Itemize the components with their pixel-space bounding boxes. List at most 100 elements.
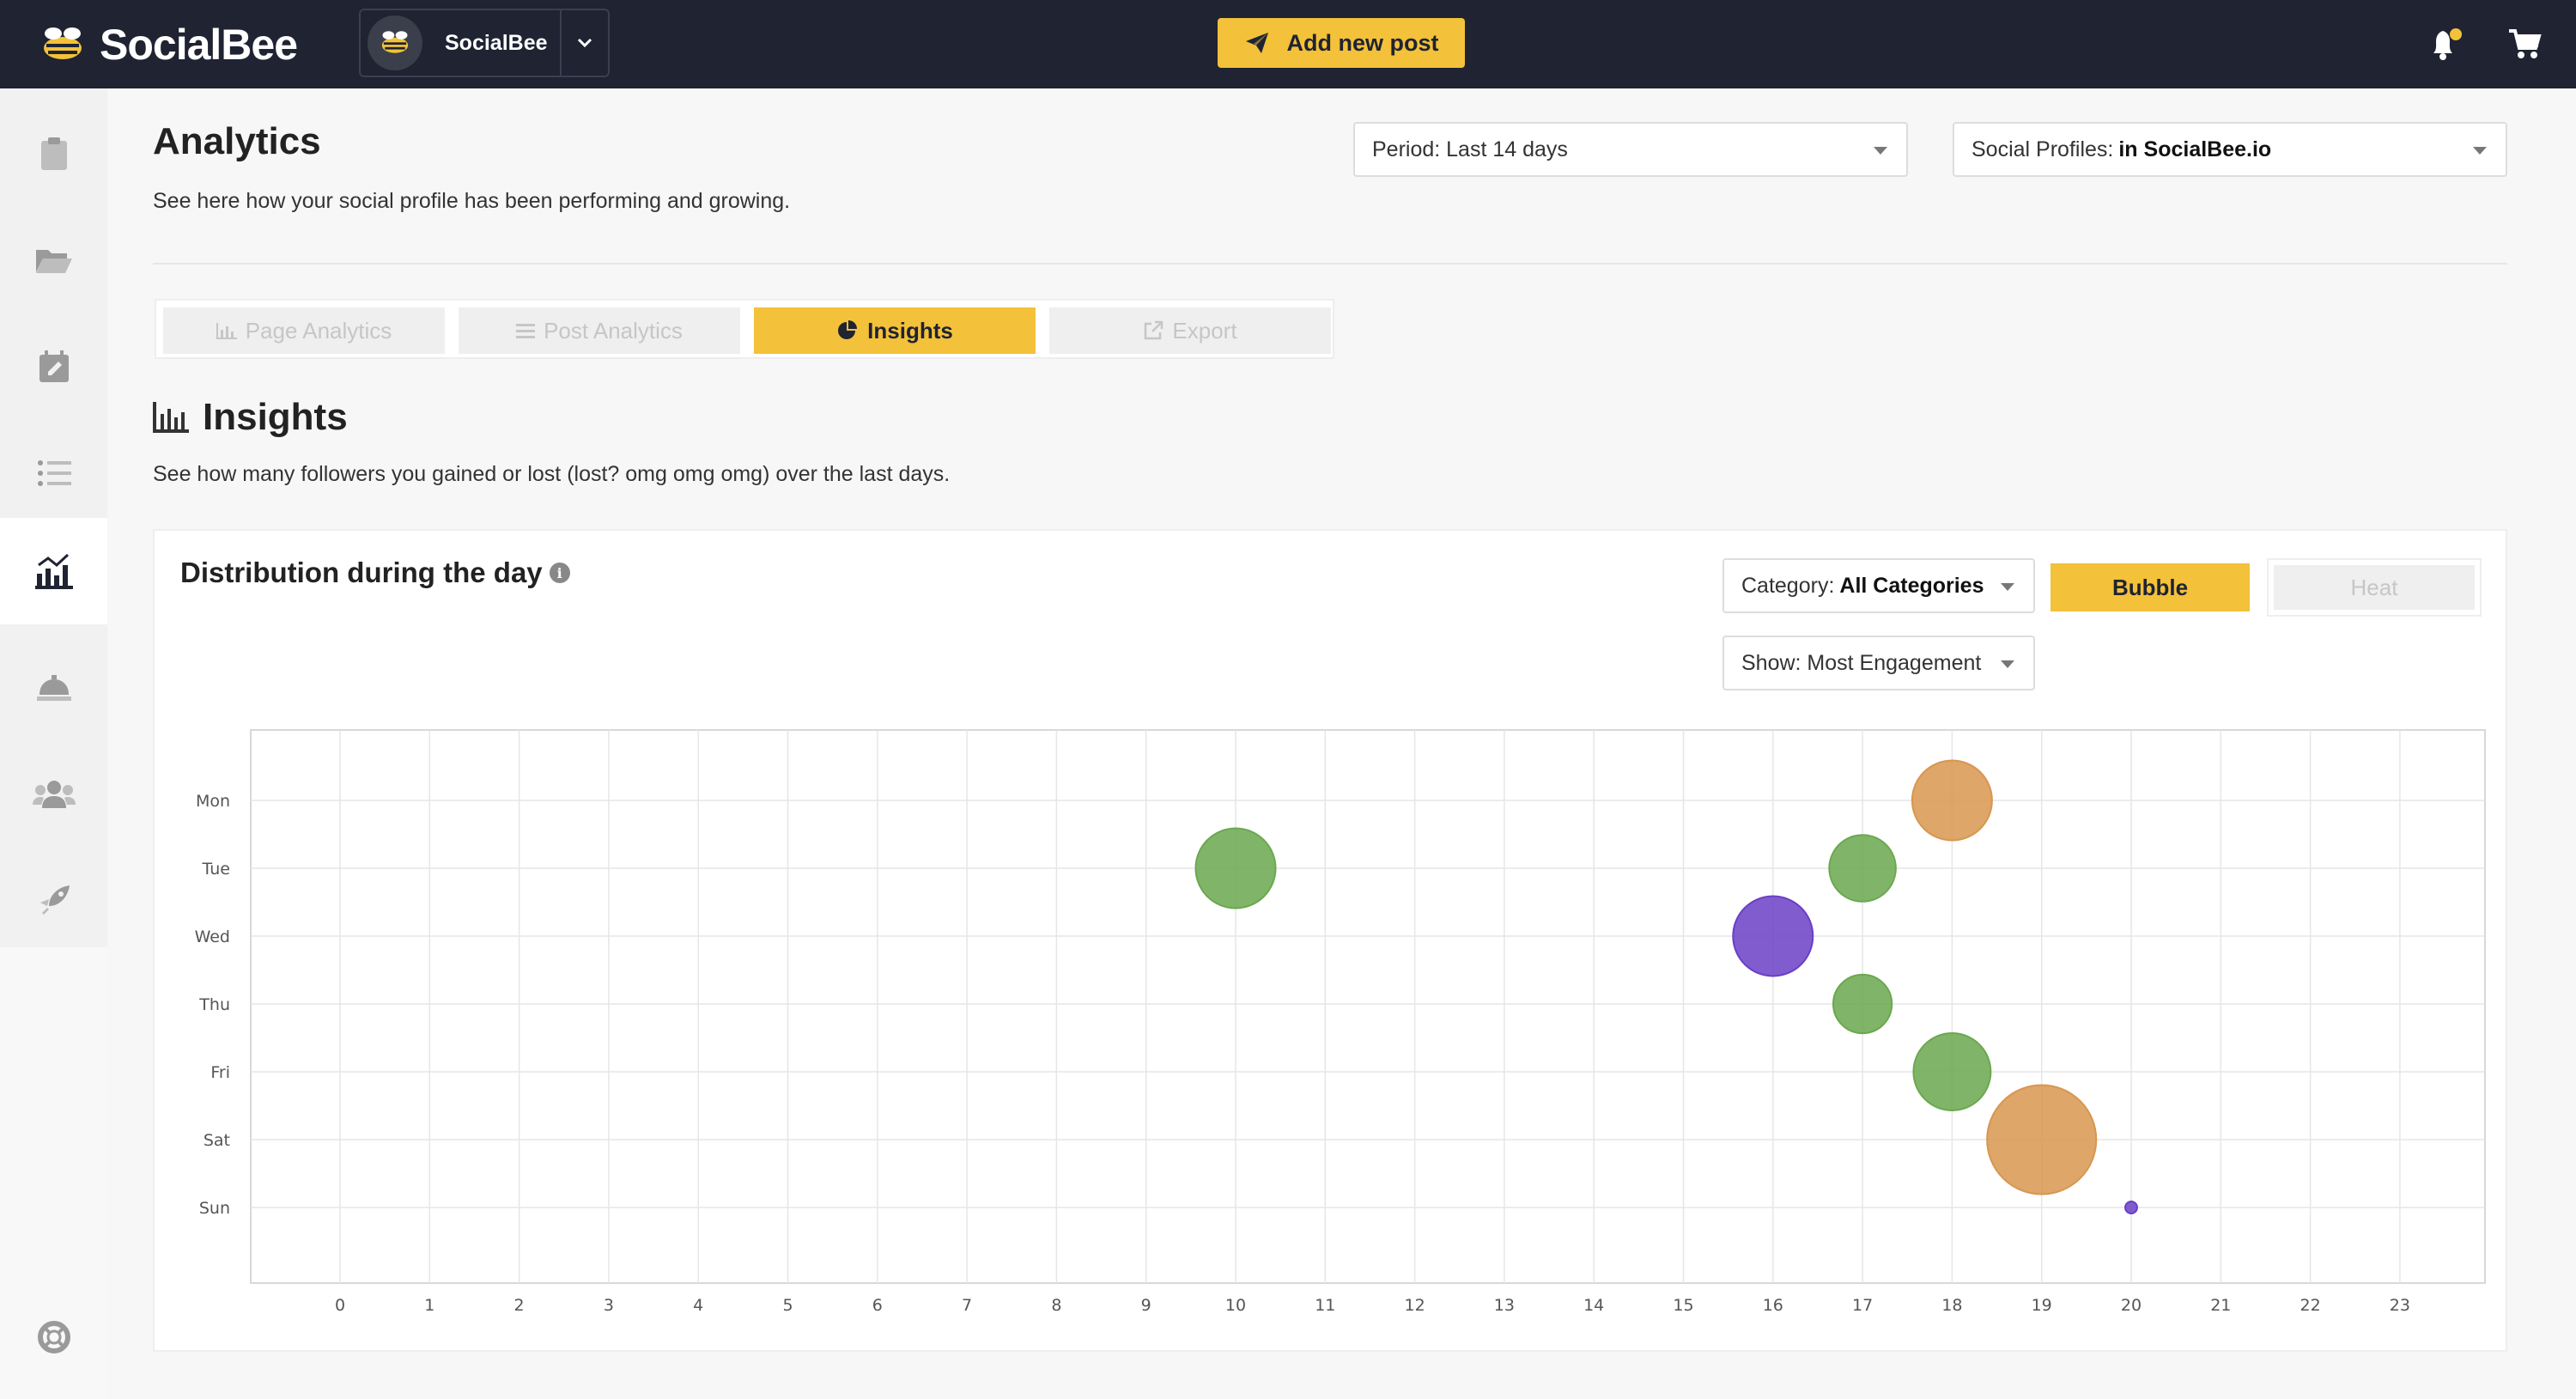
tab-post-analytics[interactable]: Post Analytics bbox=[459, 307, 740, 354]
sidebar-item-clipboard[interactable] bbox=[0, 100, 107, 207]
brand-avatar bbox=[368, 15, 422, 70]
distribution-bubble-chart: 0 1 2 3 4 5 6 7 8 9 10 11 12 13 14 15 16 17 18 19 20 21 22 23Mo… bbox=[195, 729, 2486, 1315]
social-profiles-value: in SocialBee.io bbox=[2118, 137, 2272, 161]
y-tick-label: Wed bbox=[195, 928, 230, 946]
x-tick-label: 11 bbox=[1315, 1296, 1335, 1315]
x-tick-label: 19 bbox=[2032, 1296, 2052, 1315]
social-profiles-select[interactable]: Social Profiles: in SocialBee.io bbox=[1953, 122, 2507, 177]
x-tick-label: 16 bbox=[1763, 1296, 1783, 1315]
socialbee-logo[interactable]: SocialBee bbox=[38, 21, 298, 69]
x-tick-label: 22 bbox=[2300, 1296, 2321, 1315]
y-tick-label: Tue bbox=[202, 860, 230, 879]
bubble-point bbox=[1832, 973, 1893, 1035]
bar-chart-icon bbox=[216, 323, 237, 339]
x-tick-label: 5 bbox=[782, 1296, 793, 1315]
bubble-point bbox=[1732, 895, 1814, 977]
x-tick-label: 4 bbox=[693, 1296, 703, 1315]
list-icon bbox=[516, 324, 536, 338]
brand-switcher[interactable]: SocialBee bbox=[359, 9, 610, 77]
y-tick-label: Thu bbox=[198, 995, 230, 1014]
brand-name: SocialBee bbox=[445, 30, 548, 55]
sidebar-item-help[interactable] bbox=[0, 1284, 107, 1390]
external-link-icon bbox=[1145, 320, 1163, 340]
app-name: SocialBee bbox=[100, 21, 298, 69]
x-tick-label: 21 bbox=[2210, 1296, 2231, 1315]
bell-icon bbox=[2433, 28, 2462, 60]
y-tick-label: Sat bbox=[204, 1131, 230, 1150]
list-icon bbox=[37, 460, 71, 486]
tab-label: Post Analytics bbox=[544, 317, 683, 344]
sidebar-item-queue-list[interactable] bbox=[0, 420, 107, 526]
y-tick-label: Sun bbox=[199, 1199, 230, 1218]
tab-label: Insights bbox=[867, 317, 953, 344]
sidebar-item-folders[interactable] bbox=[0, 207, 107, 313]
period-select[interactable]: Period: Last 14 days bbox=[1353, 122, 1908, 177]
x-tick-label: 14 bbox=[1583, 1296, 1604, 1315]
x-tick-label: 9 bbox=[1141, 1296, 1151, 1315]
caret-down-icon bbox=[1874, 147, 1887, 155]
page-subtitle: See here how your social profile has bee… bbox=[153, 189, 791, 213]
x-tick-label: 8 bbox=[1051, 1296, 1061, 1315]
tab-export[interactable]: Export bbox=[1049, 307, 1331, 354]
sidebar-item-calendar[interactable] bbox=[0, 313, 107, 420]
x-tick-label: 23 bbox=[2390, 1296, 2410, 1315]
sidebar-item-launch[interactable] bbox=[0, 848, 107, 954]
insights-title: Insights bbox=[203, 396, 348, 438]
analytics-tabs: Page Analytics Post Analytics Insights E… bbox=[155, 299, 1334, 359]
life-ring-icon bbox=[37, 1321, 70, 1353]
brand-dropdown-toggle[interactable] bbox=[560, 10, 608, 76]
bubble-point bbox=[1986, 1084, 2098, 1195]
cart-icon bbox=[2509, 29, 2542, 58]
x-tick-label: 3 bbox=[604, 1296, 614, 1315]
bubble-point bbox=[1194, 827, 1277, 909]
bubble-point bbox=[1911, 759, 1993, 842]
tab-page-analytics[interactable]: Page Analytics bbox=[163, 307, 445, 354]
tab-label: Export bbox=[1172, 317, 1237, 344]
top-bar: SocialBee SocialBee Add new post bbox=[0, 0, 2576, 88]
plot-area bbox=[250, 729, 2486, 1284]
tab-insights[interactable]: Insights bbox=[754, 307, 1036, 354]
x-tick-label: 10 bbox=[1225, 1296, 1246, 1315]
x-tick-label: 2 bbox=[514, 1296, 525, 1315]
analytics-chart-icon bbox=[34, 553, 73, 589]
header-divider bbox=[153, 263, 2507, 265]
clipboard-icon bbox=[40, 137, 67, 170]
bubble-point bbox=[2124, 1201, 2138, 1214]
paper-plane-icon bbox=[1245, 33, 1268, 53]
tab-label: Page Analytics bbox=[245, 317, 392, 344]
calendar-edit-icon bbox=[39, 350, 69, 382]
add-new-post-button[interactable]: Add new post bbox=[1218, 18, 1465, 68]
x-tick-label: 17 bbox=[1852, 1296, 1873, 1315]
x-tick-label: 12 bbox=[1405, 1296, 1425, 1315]
add-new-post-label: Add new post bbox=[1286, 29, 1439, 56]
sidebar-item-concierge[interactable] bbox=[0, 635, 107, 741]
y-tick-label: Fri bbox=[210, 1063, 230, 1082]
concierge-bell-icon bbox=[36, 675, 71, 701]
cart-button[interactable] bbox=[2507, 27, 2542, 64]
insights-subtitle: See how many followers you gained or los… bbox=[153, 462, 951, 486]
notifications-button[interactable] bbox=[2427, 27, 2464, 66]
pie-chart-icon bbox=[838, 320, 858, 339]
distribution-card: Distribution during the day i Category: … bbox=[153, 529, 2507, 1352]
period-select-label: Period: Last 14 days bbox=[1372, 137, 1568, 161]
page-title: Analytics bbox=[153, 120, 321, 162]
folder-open-icon bbox=[35, 250, 72, 273]
rocket-icon bbox=[39, 885, 70, 915]
sidebar bbox=[0, 88, 107, 1399]
sidebar-item-analytics[interactable] bbox=[0, 518, 107, 624]
bee-logo-icon bbox=[44, 27, 82, 59]
x-tick-label: 20 bbox=[2121, 1296, 2142, 1315]
x-tick-label: 6 bbox=[872, 1296, 883, 1315]
x-tick-label: 1 bbox=[424, 1296, 434, 1315]
bubble-point bbox=[1912, 1032, 1992, 1111]
chevron-down-icon bbox=[577, 38, 592, 48]
bubble-point bbox=[1828, 834, 1897, 903]
x-tick-label: 7 bbox=[962, 1296, 972, 1315]
insights-heading: Insights bbox=[153, 393, 348, 441]
bee-avatar-icon bbox=[381, 31, 409, 53]
x-tick-label: 13 bbox=[1494, 1296, 1515, 1315]
social-profiles-prefix: Social Profiles: bbox=[1971, 137, 2114, 161]
x-tick-label: 18 bbox=[1941, 1296, 1962, 1315]
x-tick-label: 15 bbox=[1673, 1296, 1693, 1315]
sidebar-item-team[interactable] bbox=[0, 741, 107, 848]
